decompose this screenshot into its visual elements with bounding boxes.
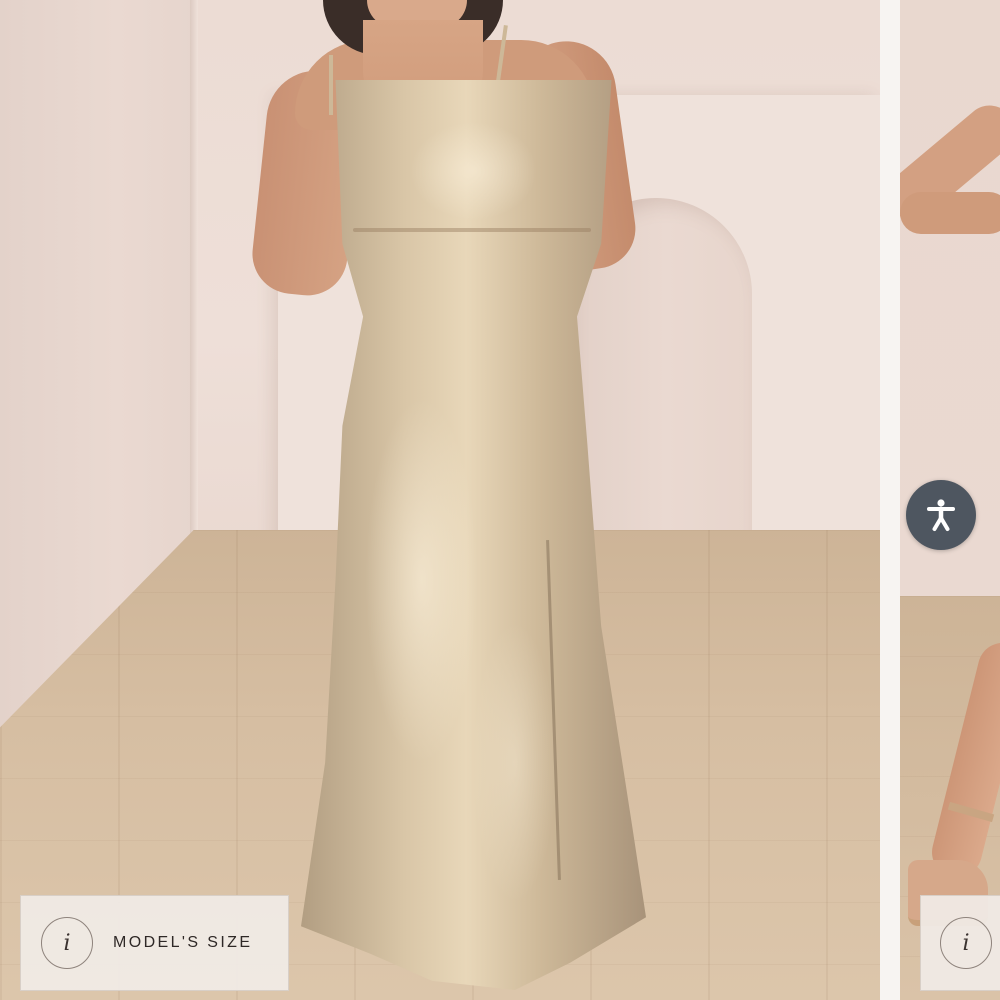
carousel-gutter bbox=[880, 0, 900, 1000]
accessibility-person-icon bbox=[927, 499, 955, 531]
next-model-arm bbox=[900, 70, 1000, 235]
product-image-main[interactable] bbox=[0, 0, 880, 1000]
model-figure bbox=[248, 0, 655, 1000]
accessibility-button[interactable] bbox=[906, 480, 976, 550]
next-models-size-button[interactable]: i bbox=[920, 895, 1000, 991]
info-icon-glyph: i bbox=[962, 930, 970, 956]
room-wall-corner bbox=[190, 0, 198, 540]
satin-dress bbox=[301, 80, 646, 990]
info-icon: i bbox=[940, 917, 992, 969]
info-icon: i bbox=[41, 917, 93, 969]
dress-strap-left bbox=[329, 55, 333, 115]
next-model-hand bbox=[900, 192, 1000, 234]
models-size-label: MODEL'S SIZE bbox=[113, 934, 253, 951]
dress-empire-seam bbox=[353, 228, 591, 232]
info-icon-glyph: i bbox=[63, 930, 71, 956]
models-size-button[interactable]: i MODEL'S SIZE bbox=[20, 895, 289, 991]
